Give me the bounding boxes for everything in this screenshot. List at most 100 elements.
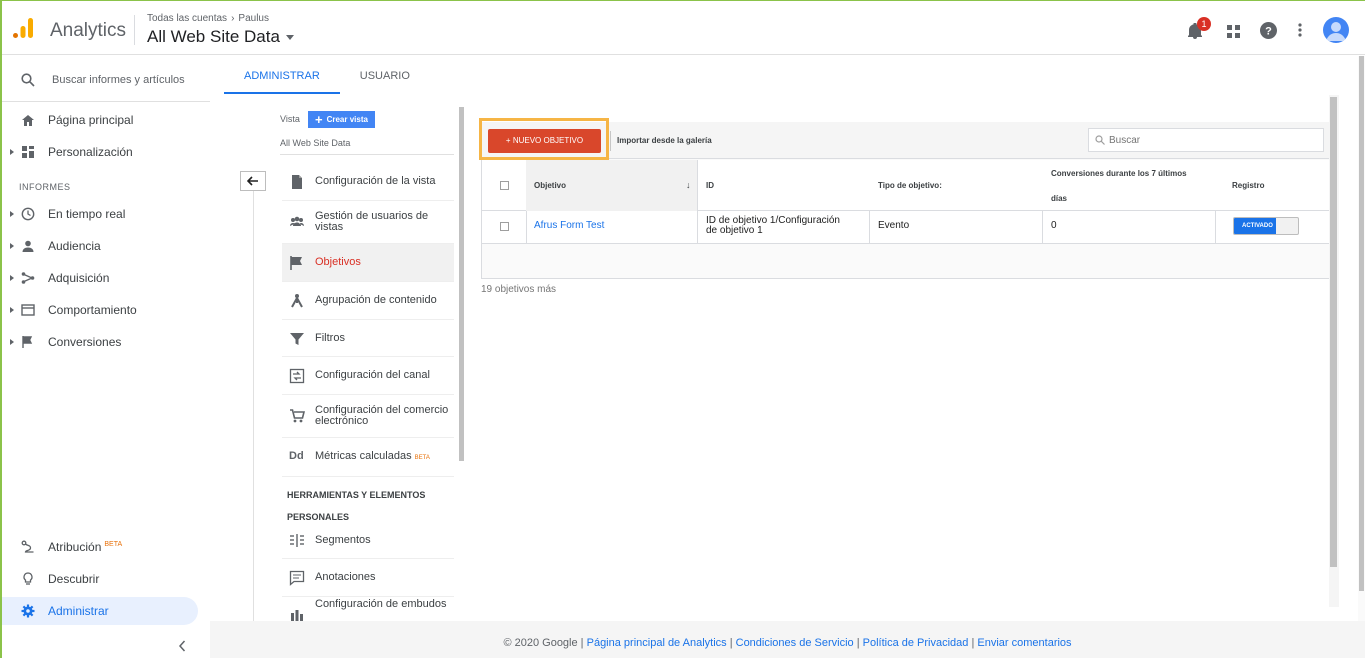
chevron-right-icon bbox=[10, 149, 14, 155]
breadcrumb-root[interactable]: Todas las cuentas bbox=[147, 13, 227, 24]
tab-user[interactable]: USUARIO bbox=[340, 56, 430, 94]
menu-view-settings[interactable]: Configuración de la vista bbox=[282, 163, 454, 201]
menu-label: Agrupación de contenido bbox=[315, 294, 437, 306]
goal-conversions: 0 bbox=[1051, 220, 1057, 231]
sidebar-item-label: Comportamiento bbox=[48, 303, 137, 317]
segments-icon bbox=[289, 533, 305, 549]
menu-label: Configuración del comercio electrónico bbox=[315, 404, 449, 427]
toolbar-divider bbox=[610, 131, 611, 151]
sidebar-item-acquisition[interactable]: Adquisición bbox=[2, 264, 210, 292]
analytics-logo-icon[interactable] bbox=[13, 18, 35, 40]
column-header-conversions-2: días bbox=[1051, 194, 1068, 203]
footer-link-terms[interactable]: Condiciones de Servicio bbox=[736, 637, 854, 649]
column-divider bbox=[1215, 211, 1216, 244]
chevron-right-icon bbox=[10, 243, 14, 249]
page-scrollbar[interactable] bbox=[1359, 56, 1364, 591]
flag-icon bbox=[289, 255, 305, 271]
sidebar-item-conversions[interactable]: Conversiones bbox=[2, 328, 210, 356]
sidebar-item-realtime[interactable]: En tiempo real bbox=[2, 200, 210, 228]
menu-label: Configuración de embudos bbox=[315, 598, 447, 610]
arrow-left-icon bbox=[247, 176, 259, 186]
sidebar-item-admin[interactable]: Administrar bbox=[2, 597, 198, 625]
menu-funnel-settings[interactable]: Configuración de embudos bbox=[282, 597, 454, 621]
menu-goals[interactable]: Objetivos bbox=[282, 244, 454, 282]
notification-badge: 1 bbox=[1197, 17, 1211, 31]
new-goal-button[interactable]: + NUEVO OBJETIVO bbox=[488, 129, 601, 153]
column-divider bbox=[869, 211, 870, 244]
column-header-goal[interactable]: Objetivo bbox=[534, 181, 566, 190]
recording-toggle[interactable]: ACTIVADO bbox=[1233, 217, 1299, 235]
main-scrollbar[interactable] bbox=[1330, 97, 1337, 567]
breadcrumb-account[interactable]: Paulus bbox=[238, 13, 269, 24]
lightbulb-icon bbox=[21, 572, 35, 586]
content-grouping-icon bbox=[289, 293, 305, 309]
chevron-right-icon bbox=[10, 211, 14, 217]
home-icon bbox=[21, 113, 35, 127]
selected-view[interactable]: All Web Site Data bbox=[280, 138, 350, 148]
header-divider bbox=[134, 15, 135, 45]
view-column-scrollbar[interactable] bbox=[459, 107, 464, 461]
person-icon bbox=[21, 239, 35, 253]
menu-ecommerce-settings[interactable]: Configuración del comercio electrónico bbox=[282, 395, 454, 438]
menu-label: Objetivos bbox=[315, 256, 361, 268]
apps-grid-icon[interactable] bbox=[1227, 25, 1240, 38]
footer-link-feedback[interactable]: Enviar comentarios bbox=[977, 637, 1071, 649]
attribution-label: Atribución bbox=[48, 540, 102, 554]
attribution-icon bbox=[21, 540, 35, 554]
column-header-type[interactable]: Tipo de objetivo: bbox=[878, 181, 942, 190]
menu-filters[interactable]: Filtros bbox=[282, 320, 454, 357]
breadcrumb-separator-icon: › bbox=[231, 13, 235, 24]
create-view-button[interactable]: + Crear vista bbox=[308, 111, 375, 128]
sidebar-item-label: Atribución BETA bbox=[48, 540, 122, 554]
avatar[interactable] bbox=[1323, 17, 1349, 43]
sidebar-item-attribution[interactable]: Atribución BETA bbox=[2, 533, 210, 561]
goal-name-link[interactable]: Afrus Form Test bbox=[534, 221, 604, 231]
footer-link-privacy[interactable]: Política de Privacidad bbox=[863, 637, 969, 649]
search-input[interactable]: Buscar informes y artículos bbox=[52, 74, 185, 86]
menu-label: Anotaciones bbox=[315, 571, 376, 583]
goals-search-input[interactable]: Buscar bbox=[1088, 128, 1324, 152]
beta-badge: BETA bbox=[414, 454, 430, 461]
sidebar-item-audience[interactable]: Audiencia bbox=[2, 232, 210, 260]
menu-content-grouping[interactable]: Agrupación de contenido bbox=[282, 282, 454, 320]
column-header-id[interactable]: ID bbox=[706, 181, 714, 190]
more-vert-icon[interactable] bbox=[1298, 23, 1302, 37]
import-from-gallery-link[interactable]: Importar desde la galería bbox=[617, 136, 712, 145]
sort-desc-icon[interactable]: ↓ bbox=[686, 180, 691, 190]
tab-admin[interactable]: ADMINISTRAR bbox=[224, 56, 340, 94]
goal-id-line-2: de objetivo 1 bbox=[706, 225, 763, 236]
footer: © 2020 Google | Página principal de Anal… bbox=[503, 637, 1072, 649]
chevron-right-icon bbox=[10, 307, 14, 313]
sidebar-search[interactable]: Buscar informes y artículos bbox=[2, 56, 210, 102]
collapse-sidebar-icon[interactable] bbox=[178, 640, 186, 652]
sidebar-item-label: Descubrir bbox=[48, 572, 100, 586]
menu-annotations[interactable]: Anotaciones bbox=[282, 559, 454, 597]
flag-icon bbox=[21, 335, 35, 349]
select-all-checkbox[interactable] bbox=[500, 181, 509, 190]
menu-calculated-metrics[interactable]: Dd Métricas calculadas BETA bbox=[282, 438, 454, 477]
row-checkbox[interactable] bbox=[500, 222, 509, 231]
menu-segments[interactable]: Segmentos bbox=[282, 522, 454, 559]
back-button[interactable] bbox=[240, 171, 266, 191]
funnel-chart-icon bbox=[289, 605, 305, 621]
admin-tabs: ADMINISTRAR USUARIO bbox=[224, 56, 430, 94]
view-selector[interactable]: All Web Site Data bbox=[147, 27, 294, 47]
sidebar-item-behavior[interactable]: Comportamiento bbox=[2, 296, 210, 324]
menu-label: Configuración de la vista bbox=[315, 175, 436, 187]
sidebar-item-customization[interactable]: Personalización bbox=[2, 138, 210, 166]
view-name: All Web Site Data bbox=[147, 27, 280, 46]
column-header-recording[interactable]: Registro bbox=[1232, 181, 1264, 190]
breadcrumb[interactable]: Todas las cuentas › Paulus bbox=[147, 13, 269, 24]
sidebar-item-discover[interactable]: Descubrir bbox=[2, 565, 210, 593]
goal-type: Evento bbox=[878, 220, 910, 231]
menu-channel-settings[interactable]: Configuración del canal bbox=[282, 357, 454, 395]
clock-icon bbox=[21, 207, 35, 221]
column-divider bbox=[526, 211, 527, 244]
help-icon[interactable]: ? bbox=[1260, 22, 1277, 39]
menu-label: Métricas calculadas BETA bbox=[315, 450, 430, 464]
column-header-conversions[interactable]: Conversiones durante los 7 últimos bbox=[1051, 169, 1187, 178]
sidebar-item-home[interactable]: Página principal bbox=[2, 106, 210, 134]
menu-view-user-management[interactable]: Gestión de usuarios de vistas bbox=[282, 201, 454, 244]
footer-link-analytics-home[interactable]: Página principal de Analytics bbox=[587, 637, 727, 649]
chevron-right-icon bbox=[10, 275, 14, 281]
